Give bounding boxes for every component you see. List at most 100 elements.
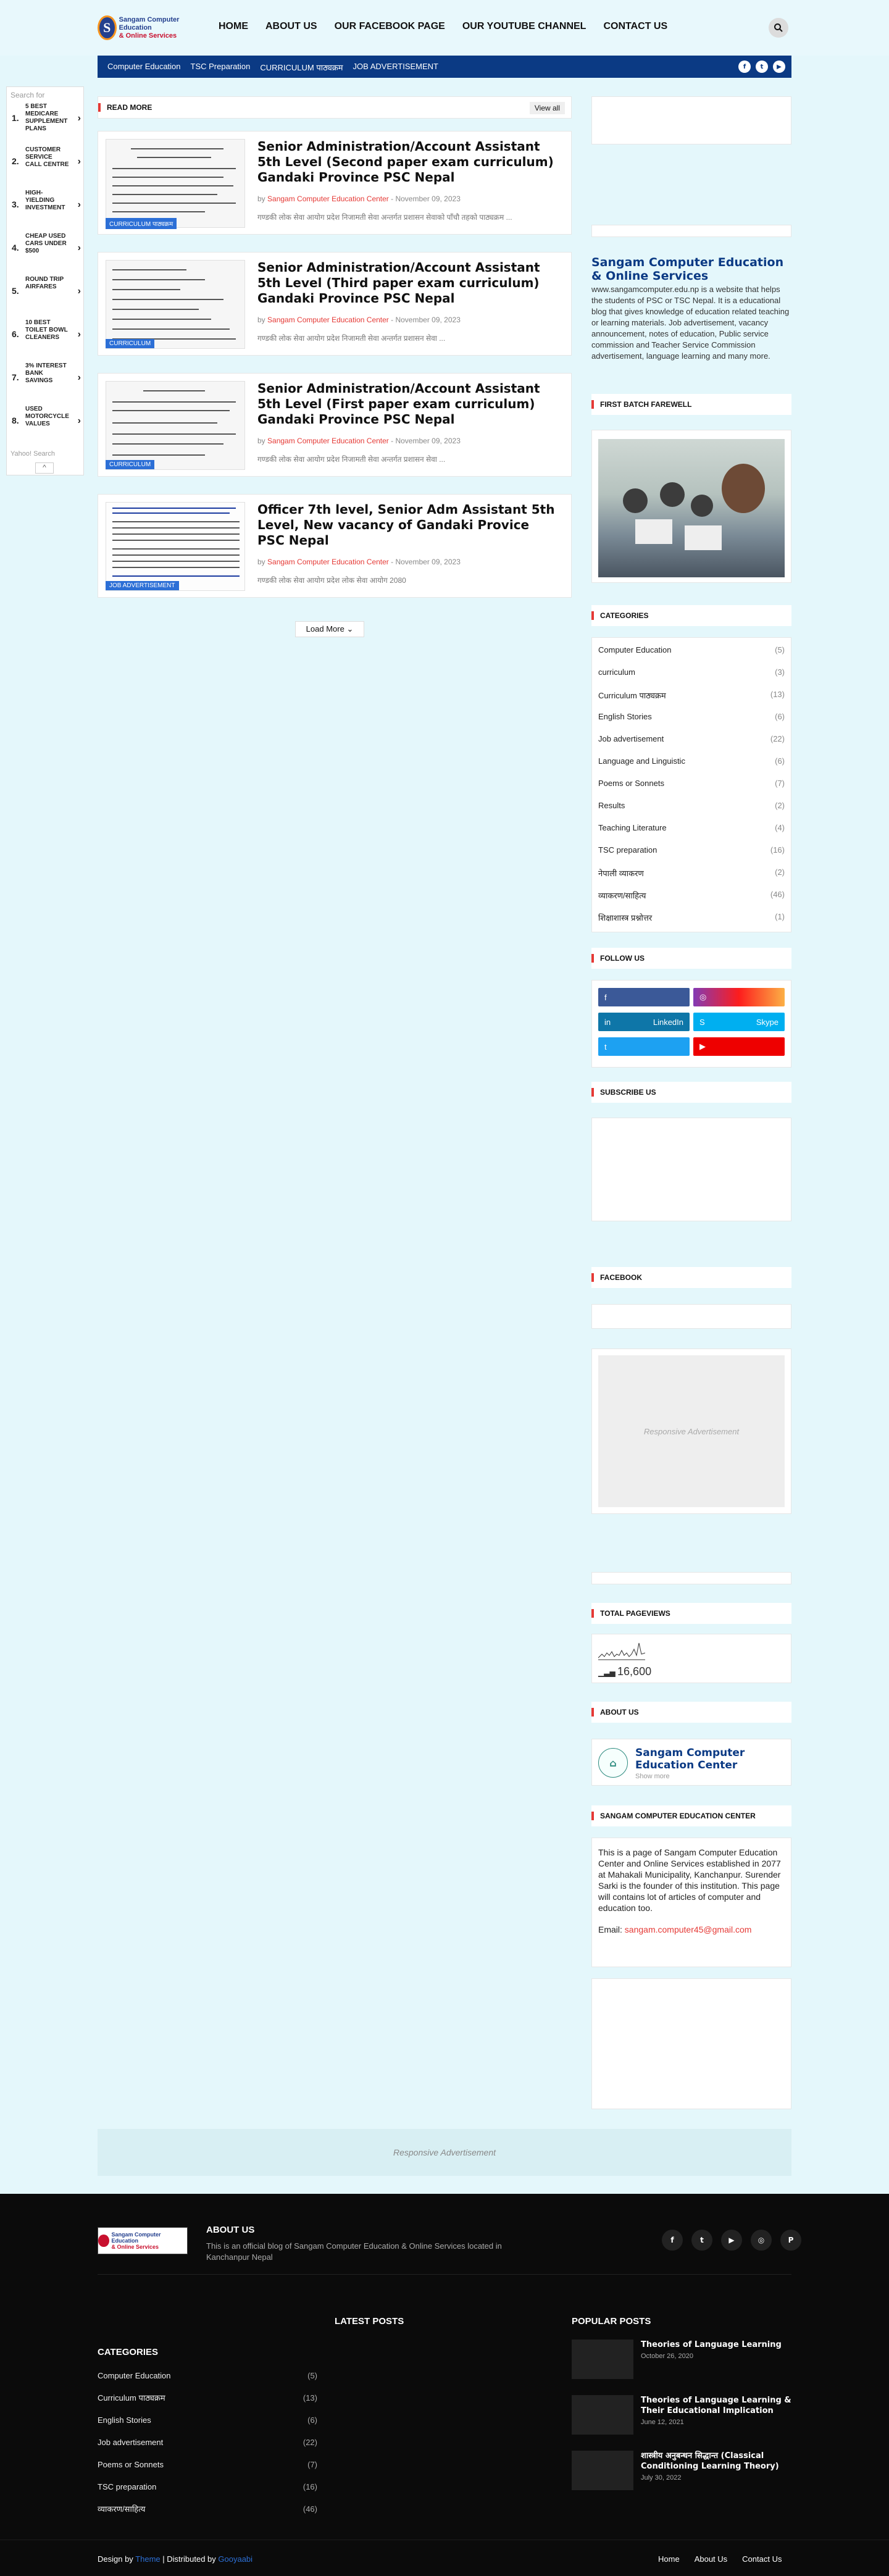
category-badge[interactable]: JOB ADVERTISEMENT <box>106 581 179 590</box>
ad-item[interactable]: 3. HIGH-YIELDING INVESTMENT › <box>7 187 85 225</box>
footer-logo-line2: & Online Services <box>111 2244 159 2250</box>
footer-category-item[interactable]: Job advertisement (22) <box>98 2431 317 2453</box>
popular-post-thumb[interactable] <box>572 2451 633 2490</box>
site-logo[interactable]: S Sangam Computer Education & Online Serv… <box>98 14 202 42</box>
post-title[interactable]: Senior Administration/Account Assistant … <box>257 381 560 427</box>
post-author[interactable]: Sangam Computer Education Center <box>267 316 389 324</box>
footer-category-item[interactable]: Poems or Sonnets (7) <box>98 2453 317 2475</box>
category-badge[interactable]: CURRICULUM पाठ्यक्रम <box>106 218 177 229</box>
subnav-tsc-preparation[interactable]: TSC Preparation <box>191 62 251 73</box>
category-item[interactable]: English Stories (6) <box>592 707 791 729</box>
footer-category-item[interactable]: Computer Education (5) <box>98 2364 317 2386</box>
youtube-icon[interactable]: ▶ <box>721 2230 742 2251</box>
skype-follow-button[interactable]: S Skype <box>693 1013 785 1031</box>
category-item[interactable]: Results (2) <box>592 796 791 818</box>
category-item[interactable]: Poems or Sonnets (7) <box>592 774 791 796</box>
center-text: This is a page of Sangam Computer Educat… <box>598 1847 781 1913</box>
post-card[interactable]: CURRICULUM Senior Administration/Account… <box>98 373 572 477</box>
category-badge[interactable]: CURRICULUM <box>106 339 155 348</box>
theme-link[interactable]: Theme <box>135 2554 160 2564</box>
profile-name[interactable]: Sangam Computer Education Center <box>635 1747 783 1771</box>
facebook-icon[interactable]: f <box>738 61 751 73</box>
instagram-follow-button[interactable]: ◎ <box>693 988 785 1006</box>
popular-post-title[interactable]: शास्त्रीय अनुबन्धन सिद्धान्त (Classical … <box>641 2451 791 2472</box>
email-link[interactable]: sangam.computer45@gmail.com <box>625 1925 752 1934</box>
gooyaabi-link[interactable]: Gooyaabi <box>218 2554 253 2564</box>
twitter-icon[interactable]: t <box>691 2230 712 2251</box>
footer-category-item[interactable]: TSC preparation (16) <box>98 2475 317 2498</box>
twitter-icon[interactable]: t <box>756 61 768 73</box>
ad-item[interactable]: 7. 3% INTEREST BANK SAVINGS › <box>7 360 85 398</box>
category-item[interactable]: व्याकरण/साहित्य (46) <box>592 885 791 907</box>
category-badge[interactable]: CURRICULUM <box>106 460 155 469</box>
footer-category-item[interactable]: Curriculum पाठ्यक्रम (13) <box>98 2386 317 2409</box>
popular-post-thumb[interactable] <box>572 2395 633 2435</box>
popular-post-title[interactable]: Theories of Language Learning <box>641 2340 791 2350</box>
linkedin-follow-button[interactable]: in LinkedIn <box>598 1013 690 1031</box>
footer-link-contact-us[interactable]: Contact Us <box>742 2554 782 2564</box>
view-all-link[interactable]: View all <box>529 102 565 114</box>
post-author[interactable]: Sangam Computer Education Center <box>267 194 389 203</box>
profile-avatar[interactable]: ⌂ <box>598 1748 628 1778</box>
nav-contact-us[interactable]: CONTACT US <box>603 21 667 32</box>
follow-label: Skype <box>756 1017 778 1027</box>
facebook-follow-button[interactable]: f <box>598 988 690 1006</box>
chevron-up-icon[interactable]: ^ <box>35 462 54 474</box>
widget-title-bar: FOLLOW US <box>591 948 791 969</box>
category-item[interactable]: Job advertisement (22) <box>592 729 791 751</box>
post-thumbnail[interactable] <box>106 502 245 591</box>
category-item[interactable]: TSC preparation (16) <box>592 840 791 863</box>
post-title[interactable]: Officer 7th level, Senior Adm Assistant … <box>257 502 560 548</box>
post-card[interactable]: CURRICULUM पाठ्यक्रम Senior Administrati… <box>98 131 572 235</box>
nav-home[interactable]: HOME <box>219 21 248 32</box>
ad-item[interactable]: 2. CUSTOMER SERVICE CALL CENTRE › <box>7 144 85 182</box>
post-card[interactable]: CURRICULUM Senior Administration/Account… <box>98 252 572 356</box>
ad-item[interactable]: 4. CHEAP USED CARS UNDER $500 › <box>7 230 85 269</box>
post-thumbnail[interactable] <box>106 381 245 470</box>
load-more-button[interactable]: Load More ⌄ <box>295 621 364 637</box>
popular-post[interactable]: Theories of Language Learning October 26,… <box>572 2340 791 2383</box>
instagram-icon[interactable]: ◎ <box>751 2230 772 2251</box>
footer-category-item[interactable]: English Stories (6) <box>98 2409 317 2431</box>
category-item[interactable]: Language and Linguistic (6) <box>592 751 791 774</box>
nav-about-us[interactable]: ABOUT US <box>265 21 317 32</box>
post-title[interactable]: Senior Administration/Account Assistant … <box>257 260 560 306</box>
footer-link-about-us[interactable]: About Us <box>695 2554 727 2564</box>
ad-item[interactable]: 1. 5 BEST MEDICARE SUPPLEMENT PLANS › <box>7 101 85 139</box>
popular-post-thumb[interactable] <box>572 2340 633 2379</box>
youtube-icon[interactable]: ▶ <box>773 61 785 73</box>
post-thumbnail[interactable] <box>106 139 245 228</box>
footer-logo[interactable]: Sangam Computer Education & Online Servic… <box>98 2227 188 2254</box>
category-item[interactable]: Curriculum पाठ्यक्रम (13) <box>592 685 791 707</box>
profile-show-more[interactable]: Show more <box>635 1773 670 1780</box>
post-thumbnail[interactable] <box>106 260 245 349</box>
facebook-icon[interactable]: f <box>662 2230 683 2251</box>
search-button[interactable] <box>769 18 788 38</box>
youtube-follow-button[interactable]: ▶ <box>693 1037 785 1056</box>
ad-item[interactable]: 5. ROUND TRIP AIRFARES › <box>7 274 85 312</box>
footer-link-home[interactable]: Home <box>658 2554 680 2564</box>
subnav-curriculum[interactable]: CURRICULUM पाठ्यक्रम <box>260 62 343 73</box>
category-item[interactable]: नेपाली व्याकरण (2) <box>592 863 791 885</box>
nav-facebook-page[interactable]: OUR FACEBOOK PAGE <box>335 21 445 32</box>
footer-category-item[interactable]: व्याकरण/साहित्य (46) <box>98 2498 317 2520</box>
category-item[interactable]: Teaching Literature (4) <box>592 818 791 840</box>
post-title[interactable]: Senior Administration/Account Assistant … <box>257 139 560 185</box>
popular-post[interactable]: Theories of Language Learning & Their Ed… <box>572 2395 791 2438</box>
category-item[interactable]: curriculum (3) <box>592 663 791 685</box>
popular-post-title[interactable]: Theories of Language Learning & Their Ed… <box>641 2395 791 2416</box>
ad-item[interactable]: 6. 10 BEST TOILET BOWL CLEANERS › <box>7 317 85 355</box>
popular-post[interactable]: शास्त्रीय अनुबन्धन सिद्धान्त (Classical … <box>572 2451 791 2506</box>
category-item[interactable]: Computer Education (5) <box>592 640 791 663</box>
post-author[interactable]: Sangam Computer Education Center <box>267 558 389 566</box>
nav-youtube-channel[interactable]: OUR YOUTUBE CHANNEL <box>462 21 586 32</box>
ad-item[interactable]: 8. USED MOTORCYCLE VALUES › <box>7 403 85 441</box>
post-author[interactable]: Sangam Computer Education Center <box>267 437 389 445</box>
farewell-photo[interactable] <box>598 439 785 577</box>
subnav-computer-education[interactable]: Computer Education <box>107 62 181 73</box>
subnav-job-advertisement[interactable]: JOB ADVERTISEMENT <box>353 62 438 73</box>
twitter-follow-button[interactable]: t <box>598 1037 690 1056</box>
post-card[interactable]: JOB ADVERTISEMENT Officer 7th level, Sen… <box>98 494 572 598</box>
pinterest-icon[interactable]: P <box>780 2230 801 2251</box>
category-item[interactable]: शिक्षाशास्त्र प्रश्नोत्तर (1) <box>592 907 791 929</box>
